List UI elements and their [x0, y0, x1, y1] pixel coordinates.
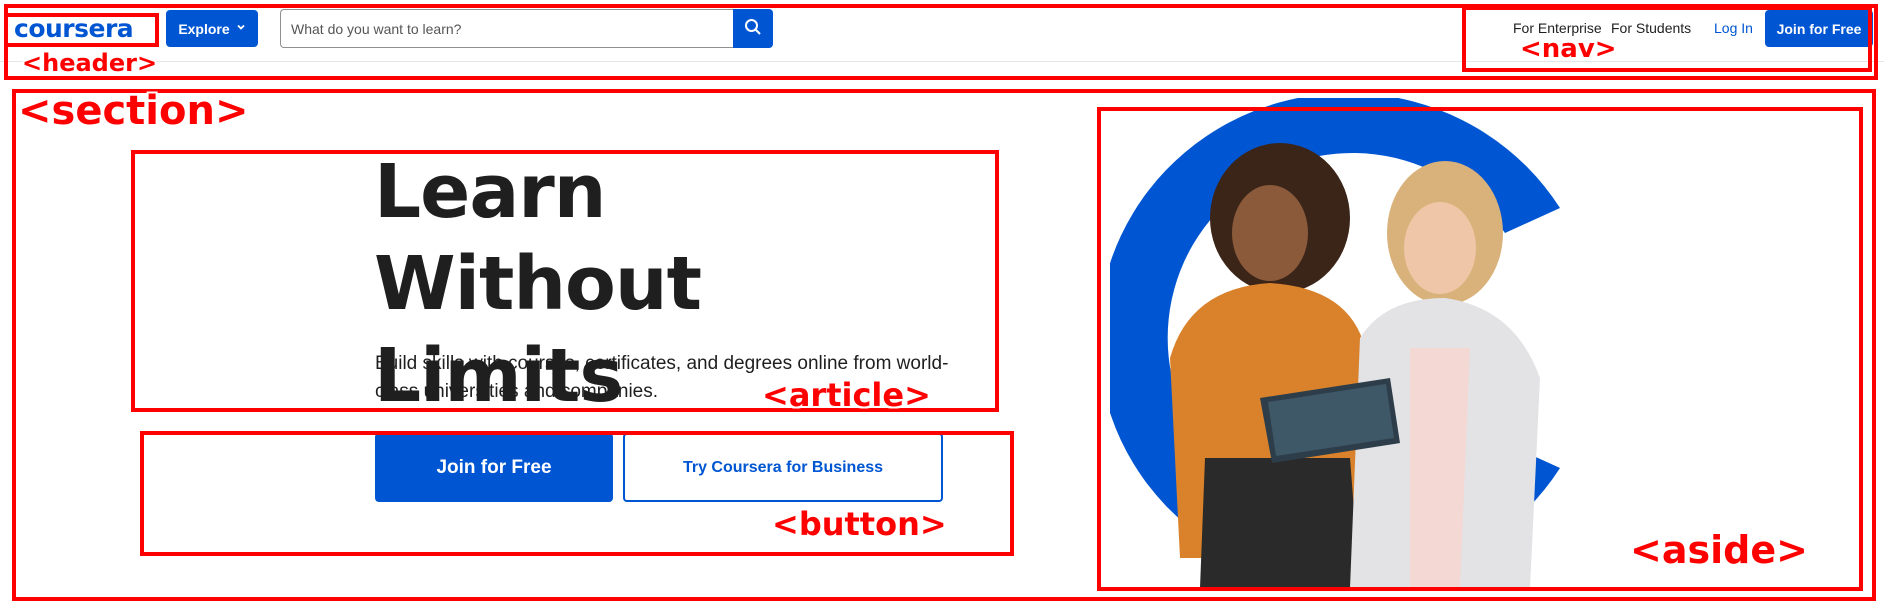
- explore-label: Explore: [178, 20, 230, 37]
- annotation-section-label: <section>: [18, 88, 249, 134]
- search-bar: [280, 9, 773, 48]
- hero-subtitle: Build skills with courses, certificates,…: [375, 353, 949, 402]
- join-free-header-button[interactable]: Join for Free: [1765, 10, 1873, 47]
- annotation-button-label: <button>: [772, 505, 947, 543]
- search-icon: [744, 18, 762, 39]
- chevron-down-icon: [236, 22, 246, 35]
- explore-button[interactable]: Explore: [166, 10, 258, 47]
- login-link[interactable]: Log In: [1714, 20, 1753, 36]
- annotation-aside-label: <aside>: [1630, 528, 1808, 572]
- nav-for-students[interactable]: For Students: [1611, 20, 1691, 36]
- hero-image: [1110, 98, 1560, 588]
- join-free-button[interactable]: Join for Free: [375, 433, 613, 502]
- coursera-logo[interactable]: coursera: [14, 14, 134, 43]
- search-button[interactable]: [733, 9, 773, 48]
- site-header: coursera Explore For Enterprise For Stud…: [0, 0, 1884, 62]
- hero-title-line-1: Learn Without: [374, 149, 702, 327]
- search-input[interactable]: [280, 9, 733, 48]
- try-business-button[interactable]: Try Coursera for Business: [623, 433, 943, 502]
- nav-for-enterprise[interactable]: For Enterprise: [1513, 20, 1602, 36]
